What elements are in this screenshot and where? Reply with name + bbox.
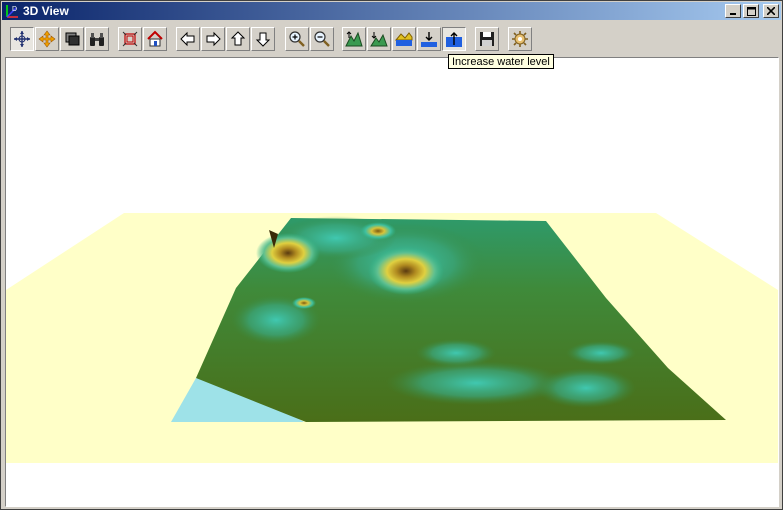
- 3d-viewport[interactable]: [5, 57, 779, 507]
- move-down-button[interactable]: [251, 27, 275, 51]
- move-up-button[interactable]: [226, 27, 250, 51]
- arrow-down-icon: [255, 32, 271, 47]
- zoom-out-button[interactable]: [310, 27, 334, 51]
- zoom-out-icon: [314, 31, 330, 47]
- pan-view-icon: [38, 30, 56, 48]
- decrease-water-level-icon: [421, 32, 437, 47]
- move-left-button[interactable]: [176, 27, 200, 51]
- water-toggle-button[interactable]: [392, 27, 416, 51]
- mountain-peak: [292, 297, 316, 309]
- toolbar: [2, 22, 781, 54]
- arrow-right-icon: [206, 31, 221, 47]
- save-button[interactable]: [475, 27, 499, 51]
- arrow-up-icon: [230, 31, 246, 46]
- settings-button[interactable]: [508, 27, 532, 51]
- mountain-peak: [256, 233, 320, 273]
- terrain-patch: [566, 341, 636, 365]
- pan-view-button[interactable]: [35, 27, 59, 51]
- decrease-exaggeration-icon: [370, 32, 388, 47]
- increase-exaggeration-icon: [345, 31, 363, 47]
- zoom-in-icon: [289, 31, 305, 47]
- window-title: 3D View: [23, 4, 69, 18]
- decrease-exaggeration-button[interactable]: [367, 27, 391, 51]
- decrease-water-level-button[interactable]: [417, 27, 441, 51]
- fit-extent-button[interactable]: [118, 27, 142, 51]
- home-button[interactable]: [143, 27, 167, 51]
- binoculars-button[interactable]: [85, 27, 109, 51]
- rotate-view-button[interactable]: [10, 27, 34, 51]
- terrain-patch: [536, 368, 636, 408]
- terrain-patch: [416, 339, 496, 367]
- zoom-in-button[interactable]: [285, 27, 309, 51]
- minimize-button[interactable]: [725, 4, 741, 18]
- app-3d-icon: D: [4, 3, 20, 19]
- water-toggle-icon: [395, 32, 413, 46]
- maximize-button[interactable]: [743, 4, 759, 18]
- move-right-button[interactable]: [201, 27, 225, 51]
- save-icon: [480, 32, 494, 46]
- mountain-peak: [368, 247, 444, 295]
- mountain-peak: [360, 222, 396, 240]
- layers-button[interactable]: [60, 27, 84, 51]
- binoculars-icon: [90, 33, 104, 46]
- layers-icon: [65, 32, 80, 46]
- rotate-view-icon: [14, 31, 30, 47]
- increase-water-level-button[interactable]: [442, 27, 466, 51]
- increase-exaggeration-button[interactable]: [342, 27, 366, 51]
- increase-water-level-icon: [446, 32, 462, 47]
- svg-text:D: D: [12, 6, 17, 13]
- settings-icon: [512, 31, 528, 47]
- close-button[interactable]: [763, 4, 779, 18]
- home-icon: [147, 30, 163, 47]
- fit-extent-icon: [122, 31, 138, 47]
- title-bar[interactable]: D 3D View: [2, 2, 781, 20]
- 3d-view-window: D 3D View Increase water level: [0, 0, 783, 510]
- terrain-scene[interactable]: [6, 58, 778, 506]
- arrow-left-icon: [180, 31, 195, 47]
- tooltip: Increase water level: [448, 54, 554, 69]
